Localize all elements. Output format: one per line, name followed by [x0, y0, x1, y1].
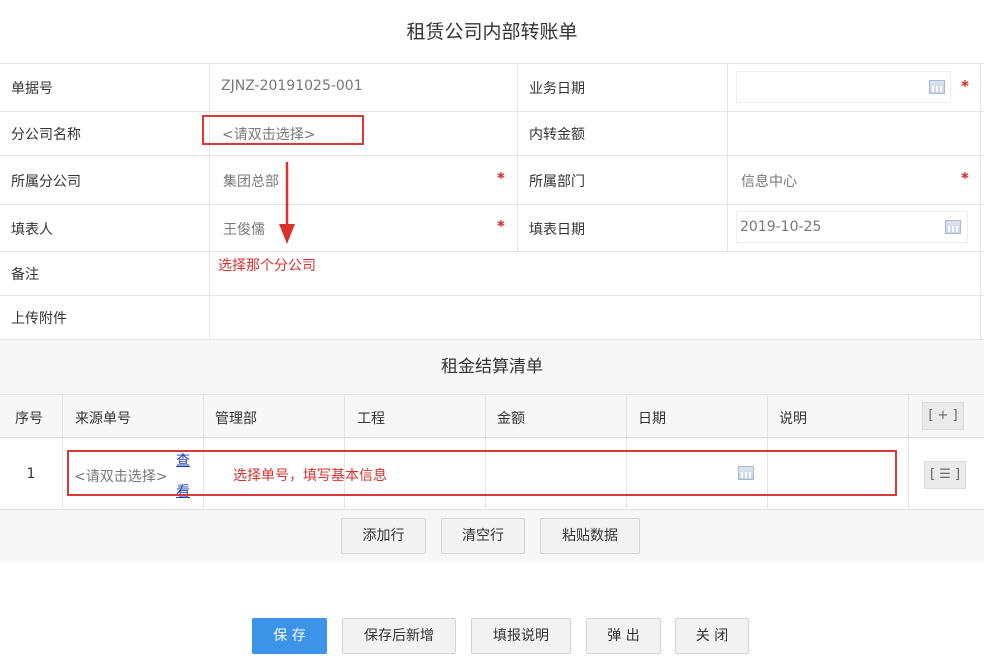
- annotation-choose-branch: 选择那个分公司: [218, 258, 316, 274]
- attachment-label: 上传附件: [11, 311, 67, 327]
- popup-button[interactable]: 弹 出: [586, 618, 661, 654]
- filler-value[interactable]: 王俊儒: [223, 219, 265, 239]
- arrow-down-icon: [279, 162, 295, 244]
- calendar-icon[interactable]: [929, 80, 945, 94]
- col-source-no: 来源单号: [75, 411, 131, 427]
- parent-company-value[interactable]: 集团总部: [223, 171, 279, 191]
- fill-date-label: 填表日期: [529, 222, 585, 238]
- highlight-box-row: [67, 450, 897, 496]
- col-date: 日期: [638, 411, 666, 427]
- paste-data-button[interactable]: 粘贴数据: [540, 518, 640, 554]
- instructions-button[interactable]: 填报说明: [471, 618, 571, 654]
- required-mark: *: [961, 77, 969, 95]
- table-header: [0, 394, 984, 438]
- add-row-button[interactable]: 添加行: [341, 518, 426, 554]
- row-menu-button[interactable]: [ ☰ ]: [924, 461, 966, 489]
- fill-date-value: 2019-10-25: [740, 219, 822, 235]
- branch-name-label: 分公司名称: [11, 127, 81, 143]
- form-title: 租赁公司内部转账单: [406, 21, 578, 43]
- required-mark: *: [497, 169, 505, 187]
- required-mark: *: [497, 217, 505, 235]
- transfer-amount-label: 内转金额: [529, 127, 585, 143]
- doc-no-label: 单据号: [11, 81, 53, 97]
- save-button[interactable]: 保 存: [252, 618, 327, 654]
- col-management: 管理部: [215, 411, 257, 427]
- col-seq: 序号: [15, 411, 43, 427]
- required-mark: *: [961, 169, 969, 187]
- remark-label: 备注: [11, 267, 39, 283]
- add-column-button[interactable]: [ + ]: [922, 402, 964, 430]
- department-label: 所属部门: [529, 174, 585, 190]
- parent-company-label: 所属分公司: [11, 174, 81, 190]
- save-and-new-button[interactable]: 保存后新增: [342, 618, 456, 654]
- biz-date-label: 业务日期: [529, 81, 585, 97]
- detail-title: 租金结算清单: [441, 357, 543, 377]
- highlight-box-branch: [202, 115, 364, 145]
- col-amount: 金额: [497, 411, 525, 427]
- department-value[interactable]: 信息中心: [741, 171, 797, 191]
- clear-rows-button[interactable]: 清空行: [441, 518, 525, 554]
- close-button[interactable]: 关 闭: [675, 618, 749, 654]
- biz-date-input[interactable]: [736, 71, 951, 103]
- calendar-icon[interactable]: [945, 220, 961, 234]
- filler-label: 填表人: [11, 222, 53, 238]
- col-note: 说明: [779, 411, 807, 427]
- doc-no-value: ZJNZ-20191025-001: [221, 78, 363, 94]
- row-seq: 1: [26, 466, 36, 482]
- col-project: 工程: [357, 411, 385, 427]
